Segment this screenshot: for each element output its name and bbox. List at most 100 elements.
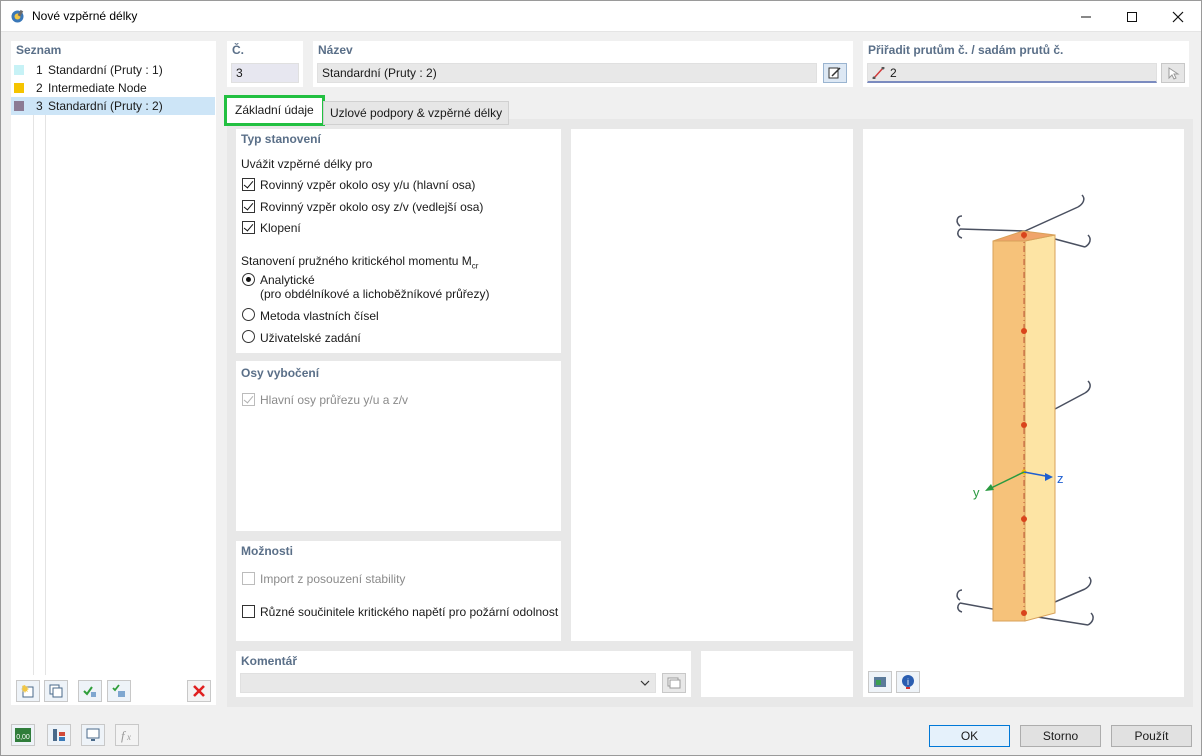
units-icon-text: 0,00: [16, 734, 30, 741]
units-icon: 0,00: [15, 728, 31, 742]
number-label: Č.: [232, 43, 244, 57]
number-field[interactable]: 3: [231, 63, 299, 83]
radio-eigenvalue[interactable]: [242, 308, 255, 321]
list-item-1[interactable]: 1 Standardní (Pruty : 1): [11, 61, 215, 79]
delete-item-button[interactable]: [187, 680, 211, 702]
list-item-2-label: Intermediate Node: [48, 81, 147, 95]
comment-aux-panel: [701, 651, 853, 697]
member-icon: [872, 67, 885, 79]
radio-analytical[interactable]: [242, 273, 255, 286]
list-item-2-swatch: [14, 83, 24, 93]
mcr-label: Stanovení pružného kritickéhol momentu M…: [241, 254, 478, 270]
check-lateral-torsional[interactable]: [242, 221, 255, 234]
delete-icon: [193, 685, 205, 697]
member-preview: [956, 194, 1094, 626]
list-guide-line: [33, 115, 34, 675]
list-title: Seznam: [16, 43, 62, 57]
tab-nodal-supports[interactable]: Uzlové podpory & vzpěrné délky: [323, 101, 510, 125]
name-field[interactable]: Standardní (Pruty : 2): [317, 63, 817, 83]
node-dot: [1021, 232, 1027, 238]
options-panel: Možnosti Import z posouzení stability Rů…: [236, 541, 561, 641]
svg-text:i: i: [907, 677, 909, 687]
list-item-1-swatch: [14, 65, 24, 75]
view-options-button[interactable]: [868, 671, 892, 693]
view-options-icon: [874, 677, 886, 687]
radio-user-defined-label: Uživatelské zadání: [260, 331, 361, 345]
check-lateral-torsional-label: Klopení: [260, 221, 301, 235]
list-item-2-number: 2: [36, 81, 43, 95]
list-item-1-label: Standardní (Pruty : 1): [48, 63, 163, 77]
ok-button[interactable]: OK: [929, 725, 1010, 747]
units-button[interactable]: 0,00: [11, 724, 35, 746]
pointer-icon: [1168, 67, 1180, 80]
check-fire-factors-label: Různé součinitele kritického napětí pro …: [260, 605, 559, 619]
display-properties-icon: [53, 729, 65, 741]
list-item-2[interactable]: 2 Intermediate Node: [11, 79, 215, 97]
assign-panel: Přiřadit prutům č. / sadám prutů č. 2: [863, 41, 1189, 87]
monitor-icon: [86, 728, 100, 741]
preview-panel: z y i: [863, 129, 1184, 697]
close-button[interactable]: [1155, 1, 1201, 32]
check-buckling-z-label: Rovinný vzpěr okolo osy z/v (vedlejší os…: [260, 200, 484, 214]
list-item-1-number: 1: [36, 63, 43, 77]
determination-type-panel: Typ stanovení Uvážit vzpěrné délky pro R…: [236, 129, 561, 353]
cancel-button[interactable]: Storno: [1020, 725, 1101, 747]
list-item-3-number: 3: [36, 99, 43, 113]
apply-button[interactable]: Použít: [1111, 725, 1192, 747]
app-icon: [11, 9, 24, 23]
copy-item-button[interactable]: [44, 680, 68, 702]
tab-basic[interactable]: Základní údaje: [224, 95, 325, 126]
uncheck-button[interactable]: [107, 680, 131, 702]
check-fire-factors[interactable]: [242, 605, 255, 618]
list-panel: Seznam 1 Standardní (Pruty : 1) 2 Interm…: [11, 41, 216, 705]
radio-eigenvalue-label: Metoda vlastních čísel: [260, 309, 379, 323]
y-axis-label: y: [973, 485, 980, 500]
window-title: Nové vzpěrné délky: [32, 9, 138, 23]
formula-icon: fx: [121, 728, 131, 743]
node-dot: [1021, 516, 1027, 522]
list-item-3[interactable]: 3 Standardní (Pruty : 2): [11, 97, 215, 115]
edit-name-button[interactable]: [823, 63, 847, 83]
assign-value: 2: [890, 66, 897, 80]
check-import-stability-label: Import z posouzení stability: [260, 572, 406, 586]
buckling-axes-title: Osy vybočení: [241, 366, 320, 380]
new-item-button[interactable]: [16, 680, 40, 702]
consider-label: Uvážit vzpěrné délky pro: [241, 157, 373, 171]
list-guide-line: [45, 115, 46, 675]
formula-button[interactable]: fx: [115, 724, 139, 746]
check-all-icon: [83, 686, 96, 697]
assign-field[interactable]: 2: [867, 63, 1157, 83]
uncheck-icon: [112, 684, 125, 697]
buckling-axes-panel: Osy vybočení Hlavní osy průřezu y/u a z/…: [236, 361, 561, 531]
comment-library-button[interactable]: [662, 673, 686, 693]
mcr-label-text: Stanovení pružného kritickéhol momentu M: [241, 254, 472, 268]
copy-icon: [49, 684, 63, 698]
maximize-icon: [1127, 11, 1137, 22]
info-button[interactable]: i: [896, 671, 920, 693]
beam-side-face: [1024, 234, 1056, 622]
pick-members-button[interactable]: [1161, 63, 1185, 83]
view-model-button[interactable]: [81, 724, 105, 746]
check-all-button[interactable]: [78, 680, 102, 702]
options-title: Možnosti: [241, 544, 293, 558]
list-item-3-swatch: [14, 101, 24, 111]
chevron-down-icon: [640, 680, 650, 686]
check-principal-axes[interactable]: [242, 393, 255, 406]
radio-user-defined[interactable]: [242, 330, 255, 343]
svg-text:x: x: [126, 732, 131, 742]
new-item-icon: [21, 685, 34, 698]
display-properties-button[interactable]: [47, 724, 71, 746]
close-icon: [1172, 11, 1184, 22]
edit-icon: [828, 67, 841, 79]
check-buckling-z[interactable]: [242, 200, 255, 213]
check-import-stability[interactable]: [242, 572, 255, 585]
radio-analytical-sublabel: (pro obdélníkové a lichoběžníkové průřez…: [260, 287, 490, 301]
check-buckling-y[interactable]: [242, 178, 255, 191]
maximize-button[interactable]: [1109, 1, 1155, 32]
title-bar: Nové vzpěrné délky: [1, 1, 1201, 32]
comment-input[interactable]: [240, 673, 656, 693]
library-icon: [667, 677, 681, 689]
dialog-window: Nové vzpěrné délky Seznam 1 Standardní (…: [0, 0, 1202, 756]
minimize-button[interactable]: [1063, 1, 1109, 32]
determination-type-title: Typ stanovení: [241, 132, 321, 146]
